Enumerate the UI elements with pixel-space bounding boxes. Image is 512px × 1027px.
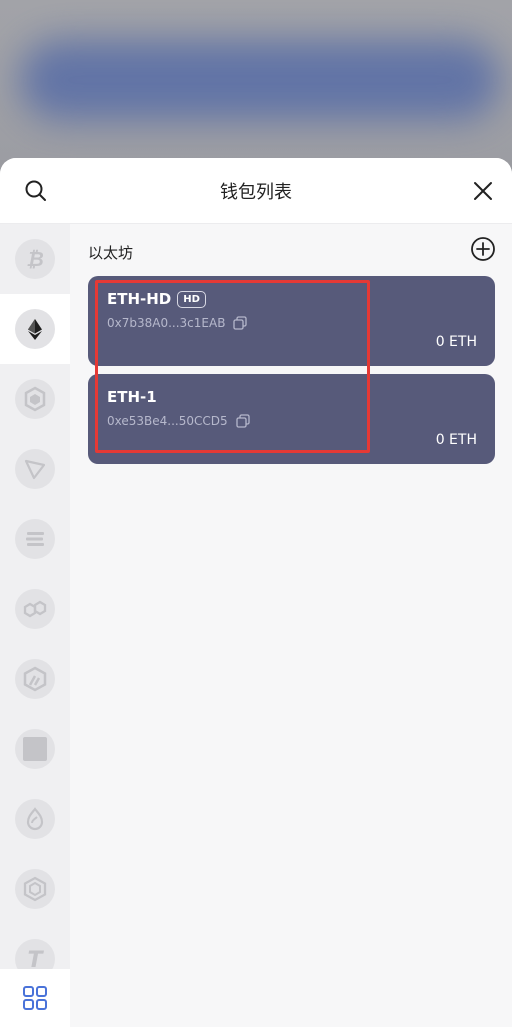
grid-icon (23, 986, 47, 1010)
close-button[interactable] (468, 176, 498, 206)
close-icon (474, 182, 492, 200)
chain-item-ethereum[interactable] (0, 294, 70, 364)
chain-item-cube-chain[interactable] (0, 854, 70, 924)
hd-badge: HD (177, 290, 206, 308)
wallet-card[interactable]: ETH-1 0xe53Be4...50CCD5 0 ETH (88, 374, 495, 464)
section-title: 以太坊 (88, 244, 134, 262)
copy-address-button[interactable] (233, 316, 248, 330)
wallet-balance: 0 ETH (435, 432, 477, 448)
svg-text:₿: ₿ (26, 247, 44, 271)
polygon-icon (23, 600, 47, 618)
sheet-header: 钱包列表 (0, 158, 512, 224)
chain-item-solana[interactable] (0, 504, 70, 574)
ethereum-icon (28, 319, 42, 340)
svg-text:T: T (27, 948, 44, 969)
page-title: 钱包列表 (220, 182, 292, 203)
cube-icon (23, 876, 47, 902)
copy-address-button[interactable] (235, 414, 250, 428)
bitcoin-icon: ₿ (26, 247, 44, 271)
chain-item-t-chain[interactable]: T (0, 924, 70, 969)
tron-icon (24, 459, 46, 480)
wallet-balance: 0 ETH (435, 334, 477, 350)
blurred-background (0, 0, 512, 160)
wallet-address: 0x7b38A0...3c1EAB (107, 316, 226, 330)
wallet-name: ETH-HD (107, 290, 172, 308)
wallet-address: 0xe53Be4...50CCD5 (107, 414, 228, 428)
sui-icon (26, 807, 44, 831)
chain-item-arbitrum[interactable] (0, 644, 70, 714)
wallet-main-panel: 以太坊 ETH-HD HD 0x7b38A0...3c1EAB 0 ETH ET… (70, 224, 512, 1027)
chain-item-bnb[interactable] (0, 364, 70, 434)
add-wallet-button[interactable] (470, 236, 496, 262)
chain-sidebar: ₿ T (0, 224, 70, 969)
wallet-name: ETH-1 (107, 388, 157, 406)
bnb-icon (24, 386, 46, 412)
plus-circle-icon (471, 237, 495, 261)
chain-item-polygon[interactable] (0, 574, 70, 644)
t-icon: T (27, 948, 44, 969)
chain-item-square-chain[interactable] (0, 714, 70, 784)
chain-item-sui[interactable] (0, 784, 70, 854)
wallet-list-sheet: 钱包列表 ₿ T 以太坊 ETH-HD HD 0x7b38A0...3c1EAB… (0, 158, 512, 1027)
grid-view-button[interactable] (0, 969, 70, 1027)
chain-item-tron[interactable] (0, 434, 70, 504)
arbitrum-icon (23, 666, 47, 692)
solana-icon (26, 532, 44, 546)
copy-icon (233, 316, 248, 330)
copy-icon (235, 414, 250, 428)
chain-item-bitcoin[interactable]: ₿ (0, 224, 70, 294)
blurred-content (20, 40, 500, 120)
square-icon (23, 737, 47, 761)
wallet-card[interactable]: ETH-HD HD 0x7b38A0...3c1EAB 0 ETH (88, 276, 495, 366)
